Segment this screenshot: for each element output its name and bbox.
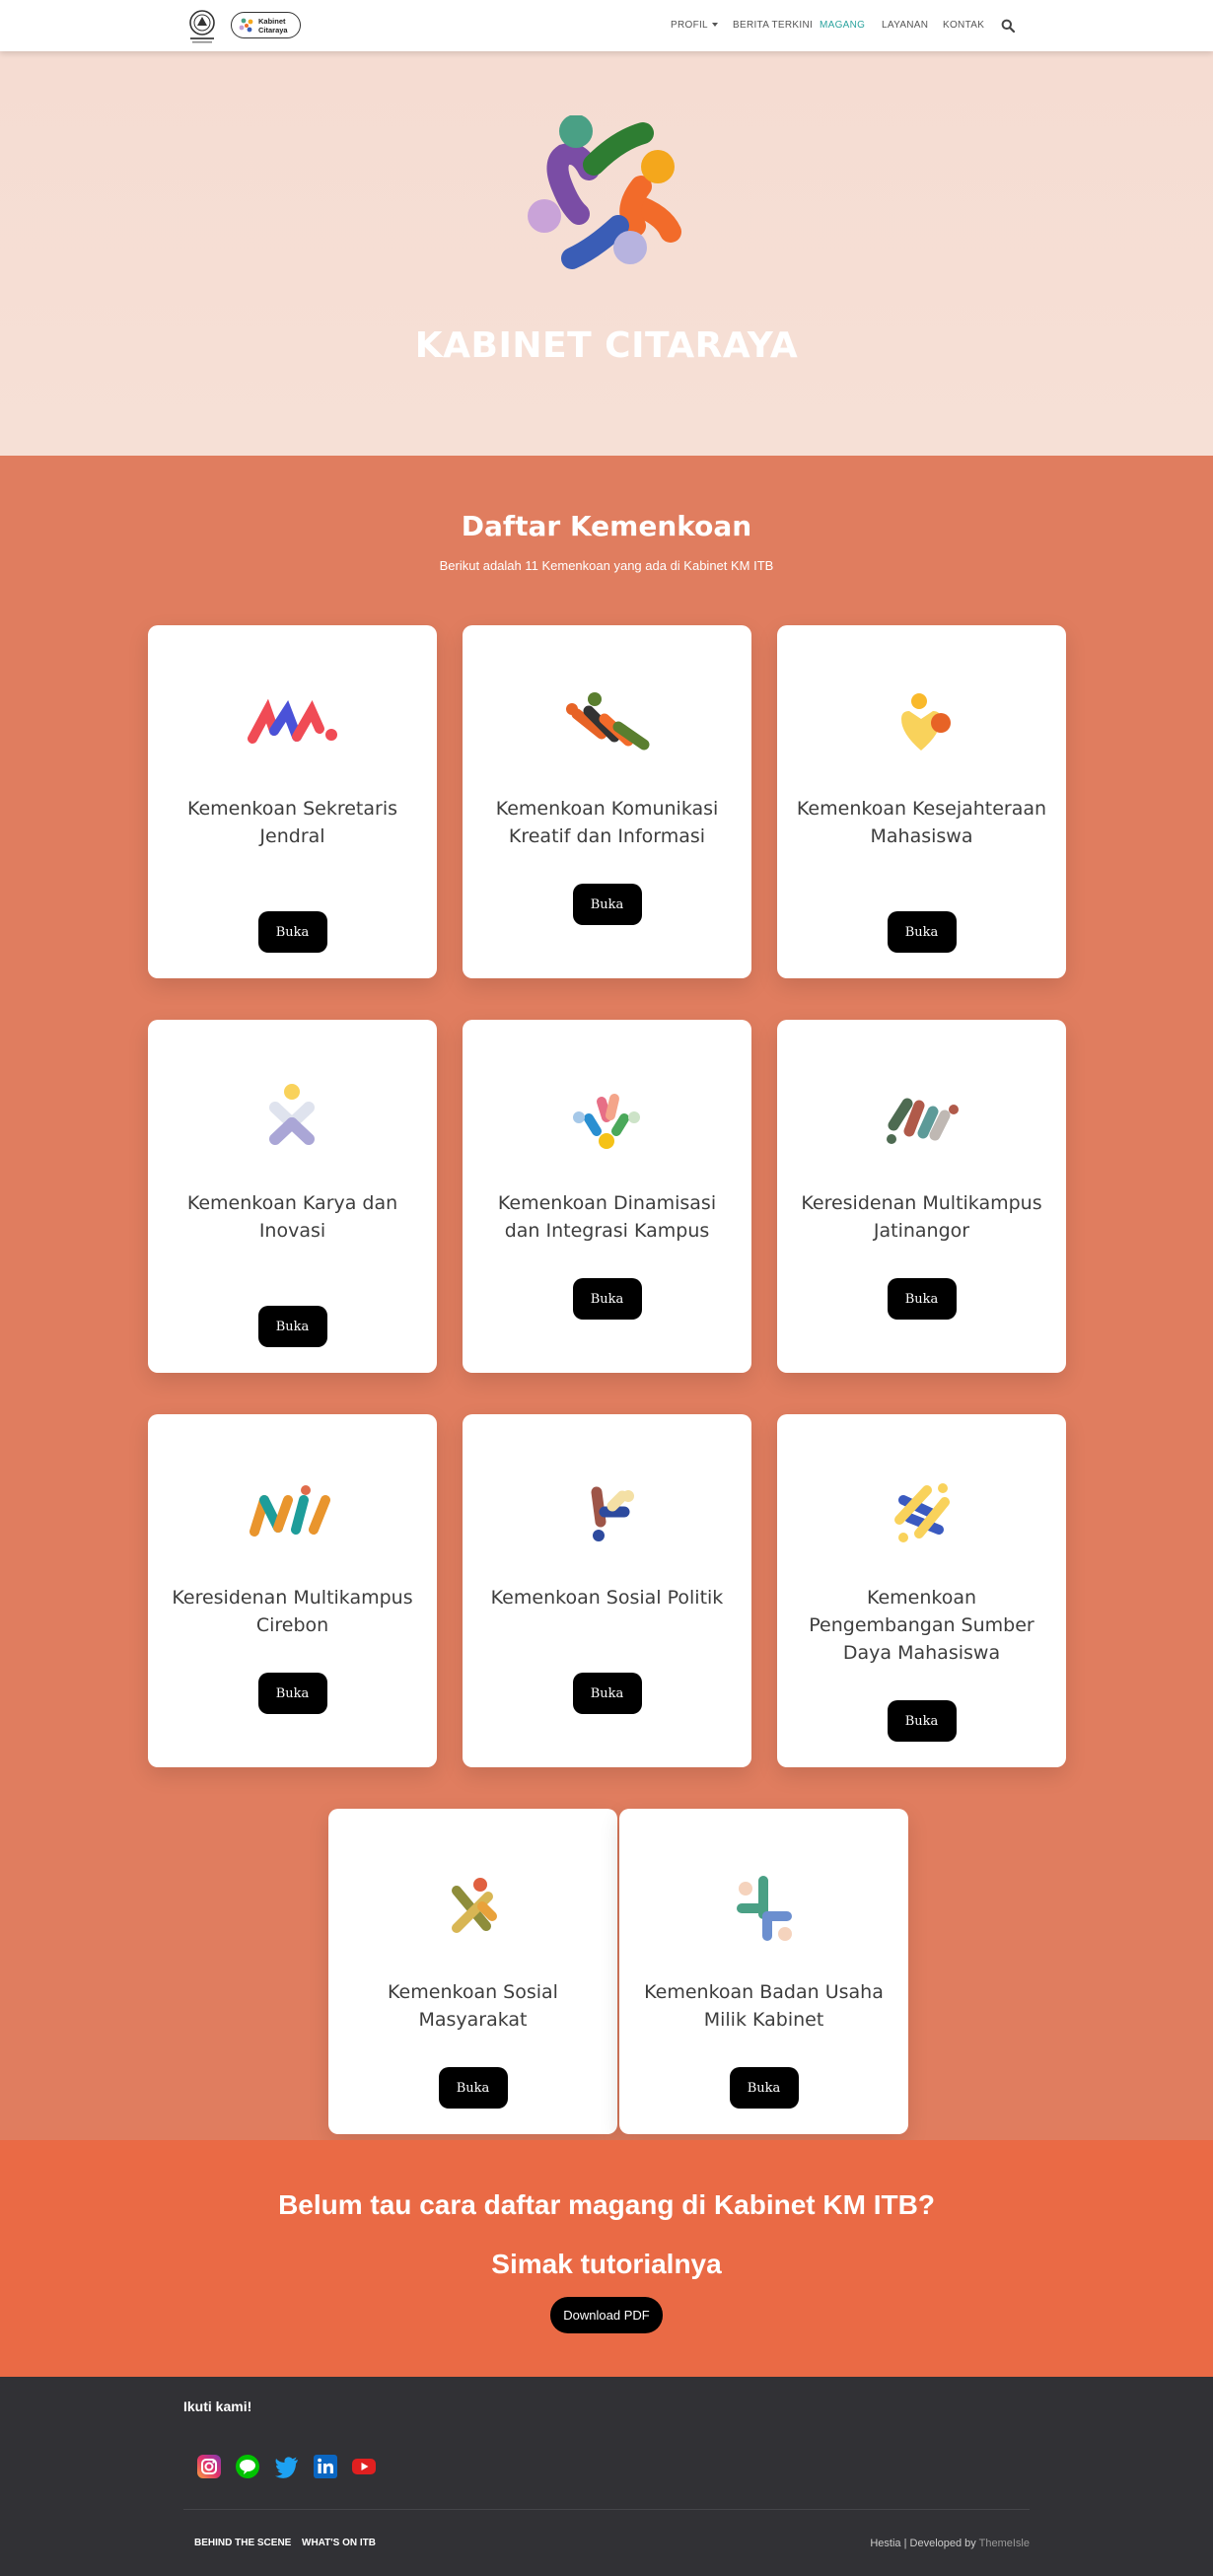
card-psdm: Kemenkoan Pengembangan Sumber Daya Mahas… (777, 1414, 1066, 1767)
card-title: Kemenkoan Pengembangan Sumber Daya Mahas… (809, 1587, 1035, 1664)
card-title: Kemenkoan Komunikasi Kreatif dan Informa… (495, 798, 719, 847)
cirebon-logo-icon (250, 1485, 330, 1537)
search-icon[interactable] (1001, 19, 1015, 33)
card-sospol: Kemenkoan Sosial Politik Buka (463, 1414, 751, 1767)
hero-banner: KABINET CITARAYA (0, 51, 1213, 456)
cta-tutorial: Simak tutorialnya (491, 2249, 722, 2279)
buka-button[interactable]: Buka (257, 1673, 327, 1714)
cta-question: Belum tau cara daftar magang di Kabinet … (278, 2189, 935, 2220)
kominfo-logo-icon (566, 692, 650, 751)
buka-button[interactable]: Buka (438, 2067, 508, 2109)
line-icon[interactable] (235, 2454, 260, 2479)
footer-credit: Hestia | Developed by ThemeIsle (868, 2538, 1030, 2549)
kesma-logo-icon (901, 693, 951, 751)
navbar: Kabinet Citaraya PROFIL BERITA TERKINI M… (0, 0, 1213, 51)
card-kominfo: Kemenkoan Komunikasi Kreatif dan Informa… (463, 625, 751, 978)
buka-button[interactable]: Buka (572, 1673, 642, 1714)
nav-item-berita-terkini[interactable]: BERITA TERKINI (733, 20, 813, 31)
card-title: Kemenkoan Badan Usaha Milik Kabinet (644, 1981, 884, 2031)
card-title: Keresidenan Multikampus Cirebon (172, 1587, 413, 1636)
nav-item-profil[interactable]: PROFIL (671, 20, 718, 31)
sekjen-logo-icon (248, 698, 337, 744)
nav-item-kontak[interactable]: KONTAK (943, 20, 984, 31)
footer: Ikuti kami! BEHIND THE SCENE WHAT'S ON I… (0, 2377, 1213, 2576)
youtube-icon[interactable] (351, 2454, 377, 2479)
card-kesma: Kemenkoan Kesejahteraan Mahasiswa Buka (777, 625, 1066, 978)
card-title: Kemenkoan Kesejahteraan Mahasiswa (796, 798, 1047, 847)
bumk-logo-icon (737, 1876, 792, 1941)
buka-button[interactable]: Buka (729, 2067, 799, 2109)
card-karya-inovasi: Kemenkoan Karya dan Inovasi Buka (148, 1020, 437, 1373)
linkedin-icon[interactable] (313, 2454, 338, 2479)
card-sekjen: Kemenkoan Sekretaris Jendral Buka (148, 625, 437, 978)
buka-button[interactable]: Buka (887, 1700, 957, 1742)
citaraya-logo-icon (528, 115, 681, 269)
card-cirebon: Keresidenan Multikampus Cirebon Buka (148, 1414, 437, 1767)
buka-button[interactable]: Buka (572, 884, 642, 925)
card-sosmas: Kemenkoan Sosial Masyarakat Buka (328, 1809, 617, 2134)
jatinangor-logo-icon (887, 1098, 959, 1144)
card-title: Keresidenan Multikampus Jatinangor (801, 1192, 1042, 1242)
follow-us-title: Ikuti kami! (183, 2398, 252, 2414)
kemenkoan-section: Daftar Kemenkoan Berikut adalah 11 Kemen… (0, 456, 1213, 2140)
card-title: Kemenkoan Sosial Politik (490, 1587, 724, 1609)
nav-item-label: PROFIL (671, 20, 708, 31)
download-pdf-button[interactable]: Download PDF (550, 2297, 663, 2333)
themeisle-link[interactable]: ThemeIsle (979, 2538, 1030, 2549)
dinamisasi-logo-icon (573, 1094, 640, 1149)
card-jatinangor: Keresidenan Multikampus Jatinangor Buka (777, 1020, 1066, 1373)
tutorial-cta: Belum tau cara daftar magang di Kabinet … (0, 2140, 1213, 2377)
footer-divider (183, 2509, 1030, 2510)
credit-prefix: Hestia | Developed by (870, 2538, 979, 2549)
karya-inovasi-logo-icon (269, 1084, 315, 1145)
section-subtitle: Berikut adalah 11 Kemenkoan yang ada di … (439, 558, 774, 573)
caret-down-icon (711, 23, 718, 27)
buka-button[interactable]: Buka (887, 1278, 957, 1320)
nav-links: PROFIL BERITA TERKINI MAGANG LAYANAN KON… (0, 20, 1213, 34)
buka-button[interactable]: Buka (257, 1306, 327, 1347)
twitter-icon[interactable] (274, 2454, 300, 2479)
card-bumk: Kemenkoan Badan Usaha Milik Kabinet Buka (619, 1809, 908, 2134)
card-title: Kemenkoan Sekretaris Jendral (186, 798, 398, 847)
sosmas-logo-icon (452, 1878, 497, 1933)
whats-on-itb-link[interactable]: WHAT'S ON ITB (302, 2538, 376, 2548)
card-title: Kemenkoan Dinamisasi dan Integrasi Kampu… (497, 1192, 717, 1242)
section-title: Daftar Kemenkoan (461, 510, 752, 542)
nav-item-layanan[interactable]: LAYANAN (882, 20, 928, 31)
card-dinamisasi: Kemenkoan Dinamisasi dan Integrasi Kampu… (463, 1020, 751, 1373)
instagram-icon[interactable] (196, 2454, 222, 2479)
nav-item-magang[interactable]: MAGANG (820, 20, 865, 31)
behind-the-scene-link[interactable]: BEHIND THE SCENE (194, 2538, 291, 2548)
psdm-logo-icon (894, 1483, 950, 1542)
buka-button[interactable]: Buka (887, 911, 957, 953)
sospol-logo-icon (591, 1486, 634, 1541)
buka-button[interactable]: Buka (572, 1278, 642, 1320)
buka-button[interactable]: Buka (257, 911, 327, 953)
card-title: Kemenkoan Karya dan Inovasi (186, 1192, 398, 1242)
hero-title: KABINET CITARAYA (414, 325, 799, 366)
card-title: Kemenkoan Sosial Masyarakat (388, 1981, 558, 2031)
